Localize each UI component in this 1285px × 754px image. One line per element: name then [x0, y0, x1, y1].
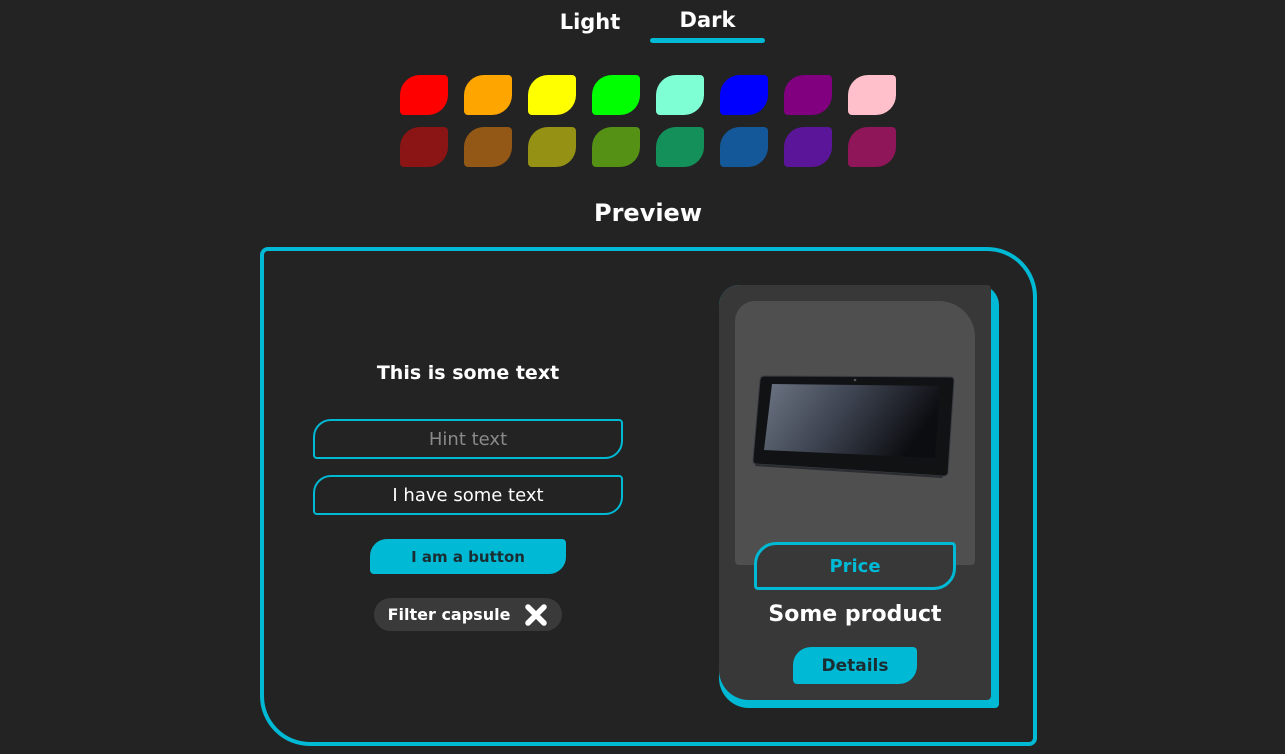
- color-swatch-primary-7[interactable]: [784, 75, 832, 115]
- selected-tab-indicator: [650, 38, 765, 43]
- details-button[interactable]: Details: [793, 647, 917, 684]
- color-swatch-primary-3[interactable]: [528, 75, 576, 115]
- price-tag: Price: [754, 542, 956, 590]
- color-swatch-primary-1[interactable]: [400, 75, 448, 115]
- tablet-image: [752, 375, 955, 478]
- color-swatch-dark-1[interactable]: [400, 127, 448, 167]
- product-name: Some product: [768, 602, 942, 627]
- color-swatch-primary-6[interactable]: [720, 75, 768, 115]
- close-icon[interactable]: [524, 603, 548, 627]
- color-swatch-dark-6[interactable]: [720, 127, 768, 167]
- color-swatch-dark-5[interactable]: [656, 127, 704, 167]
- color-swatch-primary-8[interactable]: [848, 75, 896, 115]
- color-swatch-dark-2[interactable]: [464, 127, 512, 167]
- color-swatch-dark-8[interactable]: [848, 127, 896, 167]
- tab-dark[interactable]: Dark: [650, 8, 765, 32]
- filter-capsule-label: Filter capsule: [387, 605, 511, 624]
- sample-button[interactable]: I am a button: [370, 539, 566, 574]
- preview-title: Preview: [593, 199, 703, 227]
- filter-capsule[interactable]: Filter capsule: [374, 598, 562, 631]
- sample-text: This is some text: [376, 362, 560, 384]
- color-swatch-dark-4[interactable]: [592, 127, 640, 167]
- color-swatch-dark-7[interactable]: [784, 127, 832, 167]
- color-swatch-dark-3[interactable]: [528, 127, 576, 167]
- tab-light[interactable]: Light: [555, 10, 625, 34]
- theme-picker-screen: Light Dark Preview This is some text Hin…: [0, 0, 1285, 754]
- filled-text-field[interactable]: I have some text: [313, 475, 623, 515]
- hint-text-field[interactable]: Hint text: [313, 419, 623, 459]
- color-swatch-primary-2[interactable]: [464, 75, 512, 115]
- color-swatch-primary-5[interactable]: [656, 75, 704, 115]
- color-swatch-primary-4[interactable]: [592, 75, 640, 115]
